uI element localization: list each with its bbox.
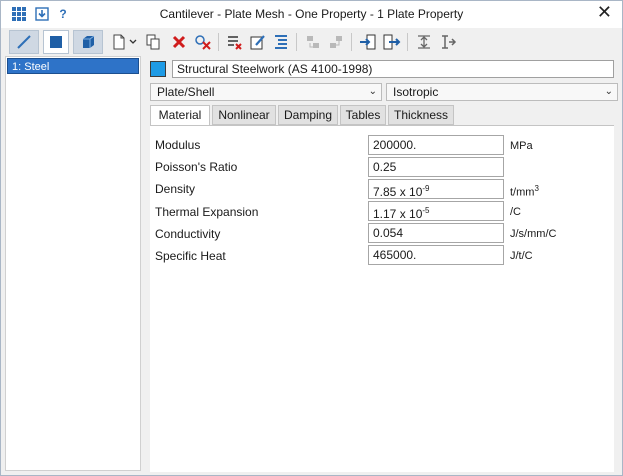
copy-property-button[interactable] — [142, 31, 164, 53]
purge-icon — [195, 35, 211, 50]
density-label: Density — [155, 182, 196, 196]
assign-button[interactable] — [437, 31, 459, 53]
plate-type-dropdown[interactable]: Plate/Shell ⌄ — [150, 83, 382, 101]
density-unit-exponent: 3 — [534, 184, 539, 193]
delete-x-icon — [172, 35, 186, 49]
title-bar: ? Cantilever - Plate Mesh - One Property… — [1, 1, 622, 28]
poisson-ratio-input[interactable]: 0.25 — [368, 157, 504, 177]
assign-icon — [442, 35, 457, 49]
edit-button[interactable] — [247, 31, 269, 53]
delete-property-button[interactable] — [168, 31, 190, 53]
material-model-value: Isotropic — [393, 85, 439, 99]
specific-heat-label: Specific Heat — [155, 249, 226, 263]
list-button[interactable] — [270, 31, 292, 53]
material-name-field[interactable]: Structural Steelwork (AS 4100-1998) — [172, 60, 614, 78]
clear-button[interactable] — [224, 31, 246, 53]
brick-view-button[interactable] — [73, 30, 103, 54]
thermal-expansion-exponent: -5 — [422, 206, 430, 215]
specific-heat-unit: J/t/C — [510, 250, 533, 262]
chevron-down-icon: ⌄ — [368, 86, 377, 97]
modulus-label: Modulus — [155, 138, 201, 152]
tab-tables[interactable]: Tables — [340, 105, 386, 125]
poisson-ratio-label: Poisson's Ratio — [155, 160, 238, 174]
property-list: 1: Steel — [5, 56, 141, 471]
property-editor: Structural Steelwork (AS 4100-1998) Plat… — [146, 56, 619, 472]
clear-list-icon — [228, 36, 242, 50]
toolbar — [1, 28, 622, 56]
align-button[interactable] — [413, 31, 435, 53]
move-down-button[interactable] — [325, 31, 347, 53]
chevron-down-icon: ⌄ — [604, 86, 613, 97]
window-title: Cantilever - Plate Mesh - One Property -… — [159, 7, 464, 21]
plate-view-button[interactable] — [43, 30, 69, 54]
thermal-expansion-label: Thermal Expansion — [155, 205, 259, 219]
material-model-dropdown[interactable]: Isotropic ⌄ — [386, 83, 618, 101]
close-icon[interactable]: ✕ — [597, 3, 612, 23]
material-panel: Modulus 200000. MPa Poisson's Ratio 0.25… — [150, 125, 614, 472]
modulus-unit: MPa — [510, 140, 533, 152]
import-icon — [360, 34, 376, 50]
tab-material[interactable]: Material — [150, 105, 210, 126]
purge-button[interactable] — [192, 31, 214, 53]
material-color-swatch[interactable] — [150, 61, 166, 77]
toolbar-separator — [351, 33, 352, 51]
density-unit: t/mm3 — [510, 184, 539, 199]
thermal-expansion-input[interactable]: 1.17 x 10-5 — [368, 201, 504, 221]
export-icon — [383, 34, 401, 50]
import-button[interactable] — [357, 31, 379, 53]
cube-icon — [83, 35, 95, 48]
tab-thickness[interactable]: Thickness — [388, 105, 454, 125]
toolbar-separator — [296, 33, 297, 51]
density-exponent: -9 — [422, 184, 430, 193]
chevron-down-icon — [129, 39, 137, 44]
align-icon — [418, 35, 430, 49]
toolbar-separator — [407, 33, 408, 51]
beam-view-button[interactable] — [9, 30, 39, 54]
toolbar-separator — [218, 33, 219, 51]
tab-nonlinear[interactable]: Nonlinear — [212, 105, 276, 125]
density-input[interactable]: 7.85 x 10-9 — [368, 179, 504, 199]
density-unit-base: t/mm — [510, 186, 535, 199]
thermal-expansion-mantissa: 1.17 x 10 — [373, 207, 423, 221]
dialog-window: ? Cantilever - Plate Mesh - One Property… — [0, 0, 623, 476]
plate-square-icon — [50, 36, 62, 48]
line-icon — [17, 35, 31, 49]
export-button[interactable] — [381, 31, 403, 53]
density-mantissa: 7.85 x 10 — [373, 185, 423, 199]
new-property-dropdown[interactable] — [127, 31, 139, 53]
modulus-input[interactable]: 200000. — [368, 135, 504, 155]
list-icon — [275, 35, 287, 49]
specific-heat-input[interactable]: 465000. — [368, 245, 504, 265]
conductivity-unit: J/s/mm/C — [510, 228, 557, 240]
plate-type-value: Plate/Shell — [157, 85, 215, 99]
list-item-steel[interactable]: 1: Steel — [7, 58, 139, 74]
move-down-icon — [330, 36, 342, 48]
copy-icon — [146, 34, 160, 50]
conductivity-label: Conductivity — [155, 227, 221, 241]
tab-damping[interactable]: Damping — [278, 105, 338, 125]
move-up-button[interactable] — [302, 31, 324, 53]
move-up-icon — [307, 36, 319, 48]
edit-icon — [250, 35, 265, 50]
new-document-icon — [113, 34, 125, 50]
thermal-expansion-unit: /C — [510, 206, 521, 218]
conductivity-input[interactable]: 0.054 — [368, 223, 504, 243]
